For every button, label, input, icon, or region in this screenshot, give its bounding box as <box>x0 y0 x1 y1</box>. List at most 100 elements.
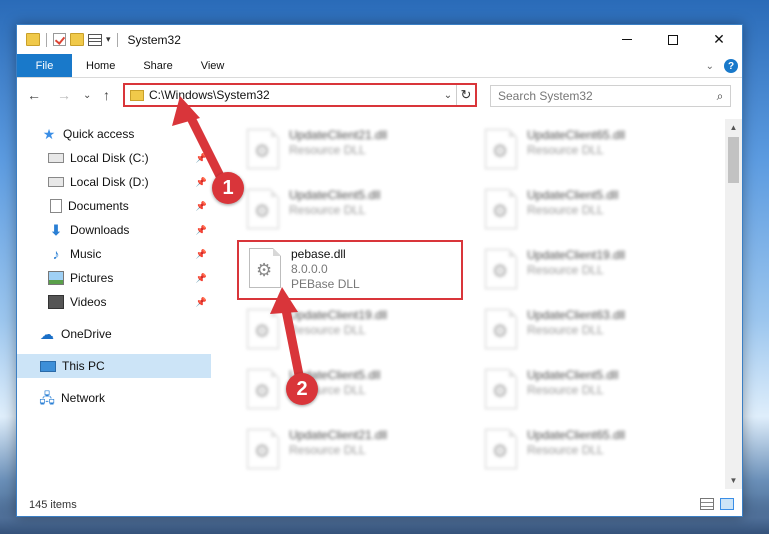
tab-share[interactable]: Share <box>129 54 186 77</box>
step-badge-2: 2 <box>286 373 318 405</box>
sidebar-item-music[interactable]: ♪ Music 📌 <box>17 242 211 266</box>
minimize-button[interactable] <box>604 25 650 54</box>
view-switcher <box>700 498 734 510</box>
tab-home[interactable]: Home <box>72 54 129 77</box>
sidebar-item-this-pc[interactable]: This PC <box>17 354 211 378</box>
back-button[interactable]: ← <box>27 87 41 103</box>
file-name: UpdateClient21.dll <box>289 428 388 442</box>
window-controls: ✕ <box>604 25 742 54</box>
file-description: Resource DLL <box>527 143 604 157</box>
sidebar-item-pictures[interactable]: Pictures 📌 <box>17 266 211 290</box>
file-description: Resource DLL <box>289 323 366 337</box>
address-path[interactable]: C:\Windows\System32 <box>149 88 440 102</box>
onedrive-icon: ☁ <box>40 326 54 342</box>
sidebar-item-label: Music <box>70 247 102 261</box>
file-name: UpdateClient19.dll <box>527 248 626 262</box>
vertical-scrollbar[interactable]: ▲ ▼ <box>725 119 742 489</box>
dll-file-icon: ⚙ <box>485 129 517 169</box>
pin-icon[interactable]: 📌 <box>196 201 207 212</box>
scroll-thumb[interactable] <box>728 137 739 183</box>
file-description: Resource DLL <box>527 383 604 397</box>
file-item[interactable]: ⚙ UpdateClient5.dll Resource DLL <box>475 183 701 241</box>
file-list: ⚙ UpdateClient21.dll Resource DLL ⚙ Updat… <box>229 119 726 489</box>
maximize-button[interactable] <box>650 25 696 54</box>
file-item[interactable]: ⚙ UpdateClient65.dll Resource DLL <box>475 123 701 181</box>
file-description: Resource DLL <box>289 143 366 157</box>
dll-file-icon: ⚙ <box>249 248 281 288</box>
file-item-pebase[interactable]: ⚙ pebase.dll 8.0.0.0 PEBase DLL <box>237 240 463 300</box>
file-item[interactable]: ⚙ UpdateClient19.dll Resource DLL <box>237 303 463 361</box>
file-version: 8.0.0.0 <box>291 262 328 276</box>
gear-icon: ⚙ <box>254 441 271 461</box>
file-name: UpdateClient5.dll <box>527 368 619 382</box>
dll-file-icon: ⚙ <box>247 189 279 229</box>
sidebar-item-network[interactable]: 🖧 Network <box>17 386 211 410</box>
file-name: pebase.dll <box>291 247 346 261</box>
details-view-icon[interactable] <box>700 498 714 510</box>
star-icon: ★ <box>42 126 56 142</box>
search-box[interactable]: Search System32 ⌕ <box>490 85 731 107</box>
gear-icon: ⚙ <box>254 141 271 161</box>
pin-icon[interactable]: 📌 <box>196 273 207 284</box>
file-item[interactable]: ⚙ UpdateClient5.dll Resource DLL <box>237 363 463 421</box>
file-name: UpdateClient65.dll <box>527 428 626 442</box>
pin-icon[interactable]: 📌 <box>196 153 207 164</box>
tab-view[interactable]: View <box>187 54 239 77</box>
sidebar-item-local-disk-c[interactable]: Local Disk (C:) 📌 <box>17 146 211 170</box>
sidebar-item-label: Documents <box>68 199 129 213</box>
downloads-icon: ⬇ <box>50 222 62 238</box>
file-item[interactable]: ⚙ UpdateClient19.dll Resource DLL <box>475 243 701 301</box>
address-bar[interactable]: C:\Windows\System32 ⌄ ↻ <box>123 83 477 107</box>
file-item[interactable]: ⚙ UpdateClient5.dll Resource DLL <box>237 183 463 241</box>
refresh-button[interactable]: ↻ <box>456 85 475 105</box>
pin-icon[interactable]: 📌 <box>196 249 207 260</box>
pin-icon[interactable]: 📌 <box>196 177 207 188</box>
sidebar-item-documents[interactable]: Documents 📌 <box>17 194 211 218</box>
search-input[interactable]: Search System32 <box>498 89 710 103</box>
sidebar-item-label: Downloads <box>70 223 130 237</box>
recent-locations-chevron-icon[interactable]: ⌄ <box>83 90 91 101</box>
gear-icon: ⚙ <box>492 261 509 281</box>
sidebar-item-onedrive[interactable]: ☁ OneDrive <box>17 322 211 346</box>
file-item[interactable]: ⚙ UpdateClient65.dll Resource DLL <box>475 423 701 481</box>
properties-icon[interactable] <box>88 33 102 46</box>
file-description: Resource DLL <box>289 443 366 457</box>
close-button[interactable]: ✕ <box>696 25 742 54</box>
pin-icon[interactable]: 📌 <box>196 297 207 308</box>
navigation-bar: ← → ⌄ ↑ C:\Windows\System32 ⌄ ↻ Search S… <box>17 82 742 110</box>
quick-access-toolbar: ▾ <box>17 32 120 47</box>
search-icon[interactable]: ⌕ <box>710 89 730 104</box>
sidebar-item-quick-access[interactable]: ★ Quick access <box>17 122 211 146</box>
gear-icon: ⚙ <box>492 141 509 161</box>
help-icon[interactable]: ? <box>724 59 738 73</box>
file-item[interactable]: ⚙ UpdateClient21.dll Resource DLL <box>237 423 463 481</box>
scroll-up-arrow-icon[interactable]: ▲ <box>725 119 742 136</box>
sidebar-item-videos[interactable]: Videos 📌 <box>17 290 211 314</box>
step-badge-1: 1 <box>212 172 244 204</box>
file-item[interactable]: ⚙ UpdateClient5.dll Resource DLL <box>475 363 701 421</box>
minimize-icon <box>622 39 632 40</box>
tab-file[interactable]: File <box>17 54 72 77</box>
file-description: Resource DLL <box>289 203 366 217</box>
forward-button[interactable]: → <box>57 87 71 103</box>
file-item[interactable]: ⚙ UpdateClient63.dll Resource DLL <box>475 303 701 361</box>
up-button[interactable]: ↑ <box>103 87 110 103</box>
folder-icon <box>130 89 144 101</box>
file-item[interactable]: ⚙ UpdateClient21.dll Resource DLL <box>237 123 463 181</box>
scroll-down-arrow-icon[interactable]: ▼ <box>725 472 742 489</box>
file-name: UpdateClient63.dll <box>527 308 626 322</box>
customize-toolbar-chevron-icon[interactable]: ▾ <box>106 34 111 45</box>
expand-ribbon-chevron-icon[interactable]: ⌄ <box>706 61 714 72</box>
properties-check-icon[interactable] <box>53 33 66 46</box>
navigation-pane: ★ Quick access Local Disk (C:) 📌 Local D… <box>17 119 211 489</box>
new-folder-icon[interactable] <box>70 33 84 46</box>
sidebar-item-downloads[interactable]: ⬇ Downloads 📌 <box>17 218 211 242</box>
address-dropdown-chevron-icon[interactable]: ⌄ <box>440 90 456 101</box>
gear-icon: ⚙ <box>254 381 271 401</box>
ribbon-right-controls: ⌄ ? <box>706 54 738 78</box>
sidebar-item-local-disk-d[interactable]: Local Disk (D:) 📌 <box>17 170 211 194</box>
maximize-icon <box>668 34 678 45</box>
pin-icon[interactable]: 📌 <box>196 225 207 236</box>
network-icon: 🖧 <box>39 390 55 406</box>
tiles-view-icon[interactable] <box>720 498 734 510</box>
